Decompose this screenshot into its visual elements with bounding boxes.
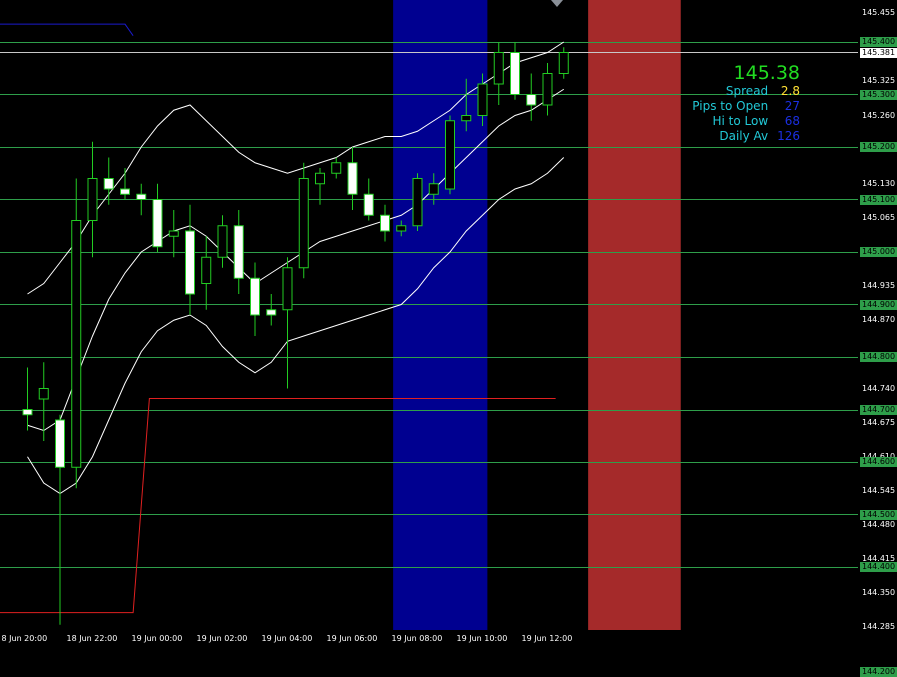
price-tick-label: 144.480 xyxy=(862,520,896,529)
chart-area[interactable]: 145.38 Spread 2.8 Pips to Open 27 Hi to … xyxy=(0,0,858,630)
info-row-daily-av: Daily Av 126 xyxy=(692,129,800,144)
chart-shift-marker-icon[interactable] xyxy=(551,0,563,7)
price-tick-label: 144.675 xyxy=(862,417,896,427)
price-tick-label: 144.870 xyxy=(862,315,896,325)
candle-body xyxy=(87,178,98,221)
price-level-label: 144.600 xyxy=(860,457,897,467)
info-row-spread: Spread 2.8 xyxy=(692,84,800,99)
price-tick-label: 145.065 xyxy=(862,212,896,222)
candle-body xyxy=(461,115,472,122)
resistance-step-line xyxy=(0,23,134,36)
candle-body xyxy=(136,193,147,200)
candle-body xyxy=(233,225,244,279)
time-tick-label: 18 Jun 22:00 xyxy=(66,634,118,643)
candle-body xyxy=(120,188,130,195)
info-label: Spread xyxy=(725,84,769,98)
candle-body xyxy=(266,309,277,316)
candle-body xyxy=(152,199,163,248)
info-label: Daily Av xyxy=(719,129,769,143)
candle-body xyxy=(250,277,260,316)
info-current-price: 145.38 xyxy=(733,62,800,84)
price-tick-label: 145.325 xyxy=(862,76,896,86)
candle-body xyxy=(55,419,65,468)
candle-body xyxy=(71,220,82,468)
candle-body xyxy=(315,172,325,185)
price-level-label: 145.200 xyxy=(860,142,897,152)
price-level-label: 144.500 xyxy=(860,509,897,520)
current-price-label: 145.381 xyxy=(860,47,897,58)
price-level-label: 144.900 xyxy=(860,299,897,310)
candle-body xyxy=(493,52,504,85)
price-tick-label: 144.935 xyxy=(862,281,896,291)
info-value: 27 xyxy=(784,99,800,113)
info-value: 2.8 xyxy=(780,84,800,98)
price-tick-label: 144.740 xyxy=(862,383,896,393)
candle-body xyxy=(347,162,358,195)
candle-body xyxy=(38,388,49,400)
info-value: 68 xyxy=(784,114,800,128)
time-axis[interactable]: 8 Jun 20:00 18 Jun 22:00 19 Jun 00:00 19 Ju… xyxy=(0,630,897,651)
info-row-hi-to-low: Hi to Low 68 xyxy=(692,114,801,129)
price-level-label: 144.200 xyxy=(860,667,897,677)
candle-body xyxy=(103,178,114,190)
candle-body xyxy=(412,178,423,227)
candle-body xyxy=(510,52,520,95)
info-row-pips-to-open: Pips to Open 27 xyxy=(692,99,800,114)
time-tick-label: 19 Jun 12:00 xyxy=(521,634,573,643)
time-tick-label: 8 Jun 20:00 xyxy=(1,634,48,643)
candle-body xyxy=(201,256,212,284)
info-label: Pips to Open xyxy=(692,99,769,113)
price-tick-label: 145.455 xyxy=(862,8,896,18)
price-level-label: 145.300 xyxy=(860,89,897,100)
candle-body xyxy=(428,183,439,195)
price-level-label: 144.800 xyxy=(860,352,897,362)
price-level-label: 145.400 xyxy=(860,37,897,47)
candle-body xyxy=(282,267,293,311)
candle-body xyxy=(445,120,455,190)
price-level-label: 145.100 xyxy=(860,194,897,205)
candle-body xyxy=(542,73,553,106)
candle-body xyxy=(168,230,179,237)
time-tick-label: 19 Jun 00:00 xyxy=(131,634,183,643)
time-tick-label: 19 Jun 04:00 xyxy=(261,634,313,643)
price-level-label: 144.700 xyxy=(860,404,897,415)
candle-body xyxy=(217,225,228,258)
candle-body xyxy=(380,214,390,232)
info-label: Hi to Low xyxy=(712,114,769,128)
candle-body xyxy=(331,162,342,174)
info-panel: 145.38 Spread 2.8 Pips to Open 27 Hi to … xyxy=(692,62,800,144)
candle-body xyxy=(22,409,33,416)
candle-body xyxy=(526,94,537,106)
time-tick-label: 19 Jun 10:00 xyxy=(456,634,508,643)
price-tick-label: 145.130 xyxy=(862,178,896,188)
candle-body xyxy=(363,193,374,216)
candle-body xyxy=(298,178,309,269)
candle-body xyxy=(396,225,407,232)
candle-body xyxy=(477,83,488,116)
info-value: 126 xyxy=(777,129,800,143)
time-tick-label: 19 Jun 06:00 xyxy=(326,634,378,643)
candle-body xyxy=(185,230,195,295)
candle-body xyxy=(558,52,569,74)
price-tick-label: 144.545 xyxy=(862,485,896,495)
time-tick-label: 19 Jun 08:00 xyxy=(391,634,443,643)
price-level-label: 144.400 xyxy=(860,562,897,572)
price-level-label: 145.000 xyxy=(860,247,897,257)
price-tick-label: 145.260 xyxy=(862,110,896,120)
price-axis[interactable]: 145.455 145.325 145.260 145.130 145.065 144.9… xyxy=(858,0,897,677)
price-tick-label: 144.350 xyxy=(862,588,896,598)
time-tick-label: 19 Jun 02:00 xyxy=(196,634,248,643)
